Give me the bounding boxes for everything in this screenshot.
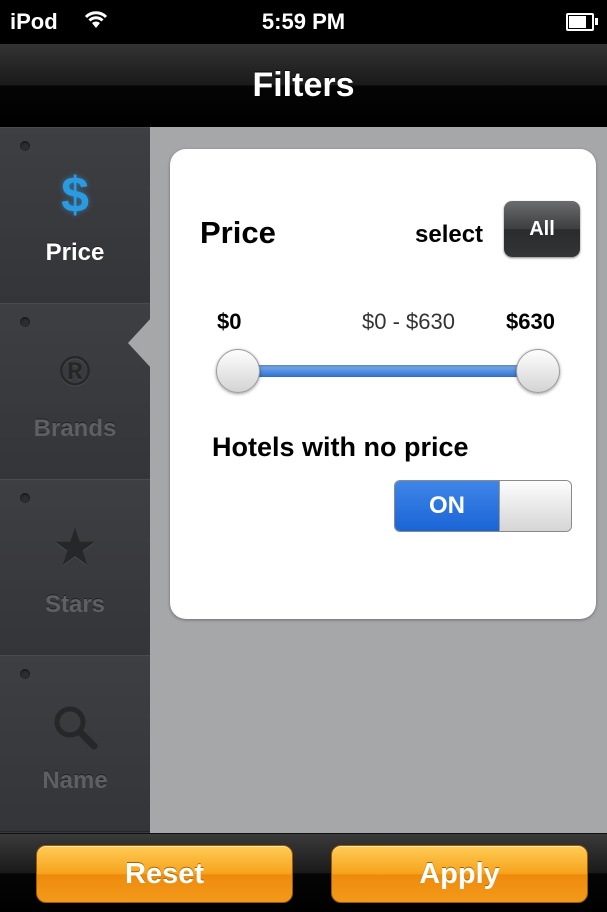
selection-pointer [128, 317, 152, 369]
star-icon: ★ [54, 521, 96, 573]
page-title: Filters [252, 66, 355, 104]
price-max-label: $630 [506, 309, 555, 334]
navigation-bar: Filters [0, 44, 607, 127]
price-min-label: $0 [217, 309, 242, 334]
sidebar-item-label: Price [45, 239, 105, 266]
dollar-icon: $ [61, 167, 89, 223]
sidebar-item-label: Brands [33, 415, 117, 442]
price-range-label: $0 - $630 [362, 309, 455, 334]
toggle-thumb[interactable] [499, 481, 571, 531]
indicator-dot [20, 317, 30, 327]
indicator-dot [20, 493, 30, 503]
reset-button[interactable]: Reset [36, 845, 293, 903]
filter-content: Price select All $0 $0 - $630 $630 Hotel… [150, 127, 607, 833]
battery-icon [566, 13, 598, 31]
indicator-dot [20, 669, 30, 679]
filter-sidebar: $ Price ® Brands ★ Stars Name [0, 127, 152, 833]
toggle-on-label: ON [395, 481, 499, 531]
price-filter-panel: Price select All $0 $0 - $630 $630 Hotel… [170, 149, 596, 619]
sidebar-item-label: Name [42, 767, 108, 794]
no-price-toggle[interactable]: ON [394, 480, 572, 532]
slider-min-handle[interactable] [216, 349, 260, 393]
status-time: 5:59 PM [261, 9, 346, 34]
sidebar-item-label: Stars [44, 591, 106, 618]
no-price-label: Hotels with no price [212, 432, 469, 462]
sidebar-item-name[interactable]: Name [0, 655, 150, 832]
select-label: select [415, 221, 484, 248]
sidebar-item-price[interactable]: $ Price [0, 127, 150, 304]
bottom-toolbar: Reset Apply [0, 833, 607, 912]
status-bar: iPod 5:59 PM [0, 0, 607, 44]
indicator-dot [20, 141, 30, 151]
select-all-button[interactable]: All [504, 201, 580, 257]
section-title: Price [200, 215, 276, 250]
magnifier-icon [0, 693, 150, 753]
apply-button[interactable]: Apply [331, 845, 588, 903]
sidebar-item-stars[interactable]: ★ Stars [0, 479, 150, 656]
price-range-slider[interactable] [236, 365, 536, 377]
slider-max-handle[interactable] [516, 349, 560, 393]
